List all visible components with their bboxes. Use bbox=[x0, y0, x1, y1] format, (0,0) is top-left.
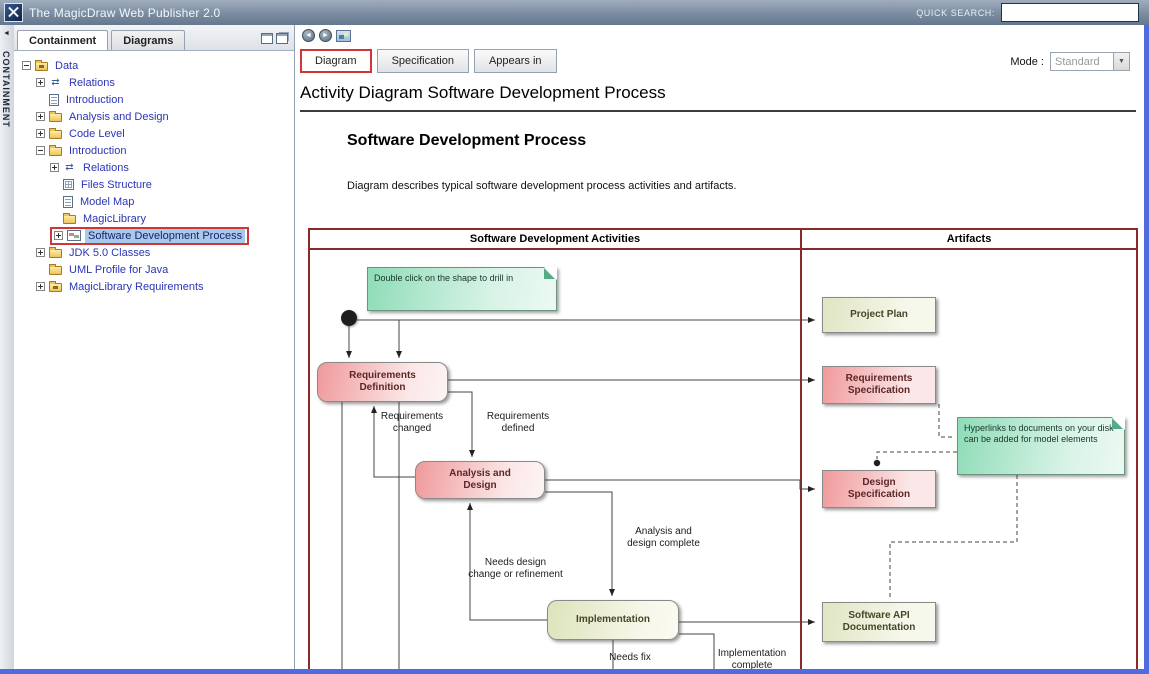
containment-strip-label: CONTAINMENT bbox=[1, 51, 11, 128]
collapse-toggle-icon[interactable] bbox=[22, 61, 31, 70]
activity-diagram-icon bbox=[67, 230, 81, 241]
mode-value: Standard bbox=[1055, 56, 1100, 68]
tab-appears-in-label: Appears in bbox=[489, 55, 542, 67]
tree-item-files-structure[interactable]: Files Structure bbox=[14, 176, 294, 193]
initial-node[interactable] bbox=[341, 310, 357, 326]
expand-toggle-icon[interactable] bbox=[36, 129, 45, 138]
artifact-design-specification[interactable]: Design Specification bbox=[822, 470, 936, 508]
lane-header-artifacts: Artifacts bbox=[802, 230, 1136, 250]
containment-collapse-strip[interactable]: ◄ CONTAINMENT bbox=[0, 25, 15, 669]
collapse-toggle-icon[interactable] bbox=[36, 146, 45, 155]
containment-tree: Data Relations Introduction Analysis and… bbox=[14, 51, 294, 295]
edge-label-requirements-defined: Requirements defined bbox=[478, 411, 558, 435]
forward-button[interactable]: ► bbox=[319, 29, 332, 42]
package-folder-icon bbox=[35, 62, 48, 71]
magicdraw-web-publisher-window: The MagicDraw Web Publisher 2.0 QUICK SE… bbox=[0, 0, 1149, 674]
quick-search-input[interactable] bbox=[1001, 3, 1139, 22]
folder-icon bbox=[49, 113, 62, 122]
mode-select[interactable]: Standard ▼ bbox=[1050, 52, 1130, 71]
artifact-software-api-documentation[interactable]: Software API Documentation bbox=[822, 602, 936, 642]
quick-search-label: QUICK SEARCH: bbox=[916, 8, 995, 18]
folder-icon bbox=[49, 266, 62, 275]
back-button[interactable]: ◄ bbox=[302, 29, 315, 42]
activity-requirements-definition[interactable]: Requirements Definition bbox=[317, 362, 448, 402]
document-icon bbox=[49, 94, 59, 106]
panel-window-icons bbox=[261, 33, 294, 50]
app-title: The MagicDraw Web Publisher 2.0 bbox=[29, 6, 220, 20]
edge-label-requirements-changed: Requirements changed bbox=[370, 411, 454, 435]
edge-label-analysis-design-complete: Analysis and design complete bbox=[616, 526, 711, 550]
edge-label-implementation-complete: Implementation complete bbox=[708, 648, 796, 669]
expand-toggle-icon[interactable] bbox=[36, 112, 45, 121]
title-divider bbox=[300, 110, 1136, 112]
tree-item-model-map[interactable]: Model Map bbox=[14, 193, 294, 210]
tree-item-introduction-2[interactable]: Introduction bbox=[14, 142, 294, 159]
window-border-bottom bbox=[0, 669, 1149, 674]
relations-icon bbox=[63, 162, 76, 174]
folder-icon bbox=[49, 249, 62, 258]
grid-icon bbox=[63, 179, 74, 190]
page-title: Activity Diagram Software Development Pr… bbox=[300, 83, 666, 103]
folder-icon bbox=[63, 215, 76, 224]
content-area: ◄ ► Diagram Specification Appears in Mod… bbox=[295, 25, 1144, 669]
titlebar: The MagicDraw Web Publisher 2.0 QUICK SE… bbox=[0, 0, 1149, 25]
expand-toggle-icon[interactable] bbox=[36, 248, 45, 257]
tab-diagrams[interactable]: Diagrams bbox=[111, 30, 185, 50]
tab-containment[interactable]: Containment bbox=[17, 30, 108, 50]
expand-toggle-icon[interactable] bbox=[36, 78, 45, 87]
containment-panel: Containment Diagrams Data Relations bbox=[14, 25, 295, 669]
note-hyperlinks[interactable]: Hyperlinks to documents on your disk can… bbox=[957, 417, 1125, 475]
tree-item-code-level[interactable]: Code Level bbox=[14, 125, 294, 142]
tab-specification-label: Specification bbox=[392, 55, 454, 67]
restore-panel-icon[interactable] bbox=[276, 33, 288, 44]
edge-label-needs-fix: Needs fix bbox=[598, 652, 662, 664]
mode-label: Mode : bbox=[1010, 56, 1044, 68]
activity-analysis-and-design[interactable]: Analysis and Design bbox=[415, 461, 545, 499]
relations-icon bbox=[49, 77, 62, 89]
tab-specification[interactable]: Specification bbox=[377, 49, 469, 73]
tree-item-magiclibrary[interactable]: MagicLibrary bbox=[14, 210, 294, 227]
artifact-project-plan[interactable]: Project Plan bbox=[822, 297, 936, 333]
artifact-requirements-specification[interactable]: Requirements Specification bbox=[822, 366, 936, 404]
window-border-right bbox=[1144, 25, 1149, 674]
tree-item-introduction[interactable]: Introduction bbox=[14, 91, 294, 108]
document-icon bbox=[63, 196, 73, 208]
tree-item-magiclibrary-requirements[interactable]: MagicLibrary Requirements bbox=[14, 278, 294, 295]
note-drill-in[interactable]: Double click on the shape to drill in bbox=[367, 267, 557, 311]
collapse-arrow-icon[interactable]: ◄ bbox=[3, 30, 10, 37]
content-tabbar: Diagram Specification Appears in bbox=[300, 49, 562, 73]
lane-header-activities: Software Development Activities bbox=[310, 230, 800, 250]
diagram-description: Diagram describes typical software devel… bbox=[347, 180, 736, 192]
tree-item-uml-profile-java[interactable]: UML Profile for Java bbox=[14, 261, 294, 278]
tree-item-relations-2[interactable]: Relations bbox=[14, 159, 294, 176]
tree-item-analysis-and-design[interactable]: Analysis and Design bbox=[14, 108, 294, 125]
tree-item-relations[interactable]: Relations bbox=[14, 74, 294, 91]
expand-toggle-icon[interactable] bbox=[54, 231, 63, 240]
expand-toggle-icon[interactable] bbox=[50, 163, 59, 172]
image-tool-icon[interactable] bbox=[336, 30, 351, 42]
diagram-heading: Software Development Process bbox=[347, 132, 586, 150]
package-folder-icon bbox=[49, 283, 62, 292]
sidebar-tabbar: Containment Diagrams bbox=[14, 25, 294, 51]
tab-diagram[interactable]: Diagram bbox=[300, 49, 372, 73]
tab-diagram-label: Diagram bbox=[315, 55, 357, 67]
activity-diagram-canvas[interactable]: Software Development Activities Artifact… bbox=[308, 228, 1138, 669]
activity-implementation[interactable]: Implementation bbox=[547, 600, 679, 640]
tab-diagrams-label: Diagrams bbox=[123, 35, 173, 47]
mode-group: Mode : Standard ▼ bbox=[1010, 52, 1130, 71]
tab-appears-in[interactable]: Appears in bbox=[474, 49, 557, 73]
folder-icon bbox=[49, 147, 62, 156]
content-toolbar: ◄ ► bbox=[302, 29, 351, 42]
folder-icon bbox=[49, 130, 62, 139]
chevron-down-icon[interactable]: ▼ bbox=[1113, 53, 1129, 70]
tree-item-software-development-process[interactable]: Software Development Process bbox=[14, 227, 294, 244]
tree-item-jdk-classes[interactable]: JDK 5.0 Classes bbox=[14, 244, 294, 261]
tree-item-data[interactable]: Data bbox=[14, 57, 294, 74]
expand-toggle-icon[interactable] bbox=[36, 282, 45, 291]
edge-label-needs-design-change: Needs design change or refinement bbox=[448, 557, 583, 581]
magicdraw-logo-icon bbox=[4, 3, 23, 22]
selected-item-highlight: Software Development Process bbox=[50, 227, 249, 245]
minimize-panel-icon[interactable] bbox=[261, 33, 273, 44]
tab-containment-label: Containment bbox=[29, 35, 96, 47]
